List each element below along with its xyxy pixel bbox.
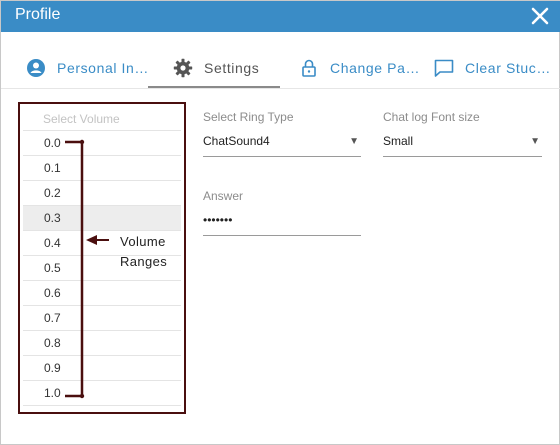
volume-option[interactable]: 0.6 bbox=[23, 281, 181, 306]
volume-option[interactable]: 0.2 bbox=[23, 181, 181, 206]
profile-dialog: Profile Personal In… Settings Change Pa…… bbox=[0, 0, 560, 445]
gear-icon bbox=[172, 57, 194, 79]
answer-label: Answer bbox=[203, 189, 244, 203]
dropdown-caret-icon: ▼ bbox=[349, 136, 359, 147]
chat-icon bbox=[433, 57, 455, 79]
lock-icon bbox=[298, 57, 320, 79]
tab-bar: Personal In… Settings Change Pa… Clear S… bbox=[1, 47, 560, 89]
font-size-select[interactable]: Small ▼ bbox=[383, 133, 542, 157]
volume-option[interactable]: 1.0 bbox=[23, 381, 181, 406]
tab-change-password[interactable]: Change Pa… bbox=[298, 47, 420, 89]
annotation-line: Ranges bbox=[120, 254, 168, 269]
volume-option[interactable]: 0.8 bbox=[23, 331, 181, 356]
dropdown-caret-icon: ▼ bbox=[530, 136, 540, 147]
font-size-label: Chat log Font size bbox=[383, 110, 480, 124]
tab-settings[interactable]: Settings bbox=[172, 47, 259, 89]
person-icon bbox=[25, 57, 47, 79]
answer-value: ••••••• bbox=[203, 213, 233, 227]
annotation-line: Volume bbox=[120, 234, 166, 249]
volume-option[interactable]: 0.7 bbox=[23, 306, 181, 331]
volume-ranges-annotation: Volume Ranges bbox=[120, 232, 167, 272]
volume-option[interactable]: 0.0 bbox=[23, 131, 181, 156]
tab-personal-info[interactable]: Personal In… bbox=[25, 47, 149, 89]
volume-option[interactable]: 0.1 bbox=[23, 156, 181, 181]
tab-clear-stuck[interactable]: Clear Stuc… bbox=[433, 47, 551, 89]
volume-option-hovered[interactable]: 0.3 bbox=[23, 206, 181, 231]
answer-field: Answer ••••••• bbox=[203, 188, 361, 236]
tab-label: Personal In… bbox=[57, 60, 150, 76]
tab-label: Settings bbox=[204, 60, 260, 76]
tab-label: Change Pa… bbox=[330, 60, 421, 76]
volume-option[interactable]: 0.9 bbox=[23, 356, 181, 381]
title-bar: Profile bbox=[1, 1, 560, 32]
volume-list-header: Select Volume bbox=[23, 107, 181, 131]
ring-type-select[interactable]: ChatSound4 ▼ bbox=[203, 133, 361, 157]
font-size-value: Small bbox=[383, 134, 414, 148]
answer-input[interactable]: ••••••• bbox=[203, 212, 361, 236]
dialog-title: Profile bbox=[15, 6, 61, 23]
tab-label: Clear Stuc… bbox=[465, 60, 551, 76]
ring-type-value: ChatSound4 bbox=[203, 134, 270, 148]
font-size-field: Chat log Font size Small ▼ bbox=[383, 109, 542, 157]
close-icon[interactable] bbox=[529, 5, 551, 27]
ring-type-field: Select Ring Type ChatSound4 ▼ bbox=[203, 109, 361, 157]
ring-type-label: Select Ring Type bbox=[203, 110, 294, 124]
active-tab-indicator bbox=[148, 86, 280, 88]
